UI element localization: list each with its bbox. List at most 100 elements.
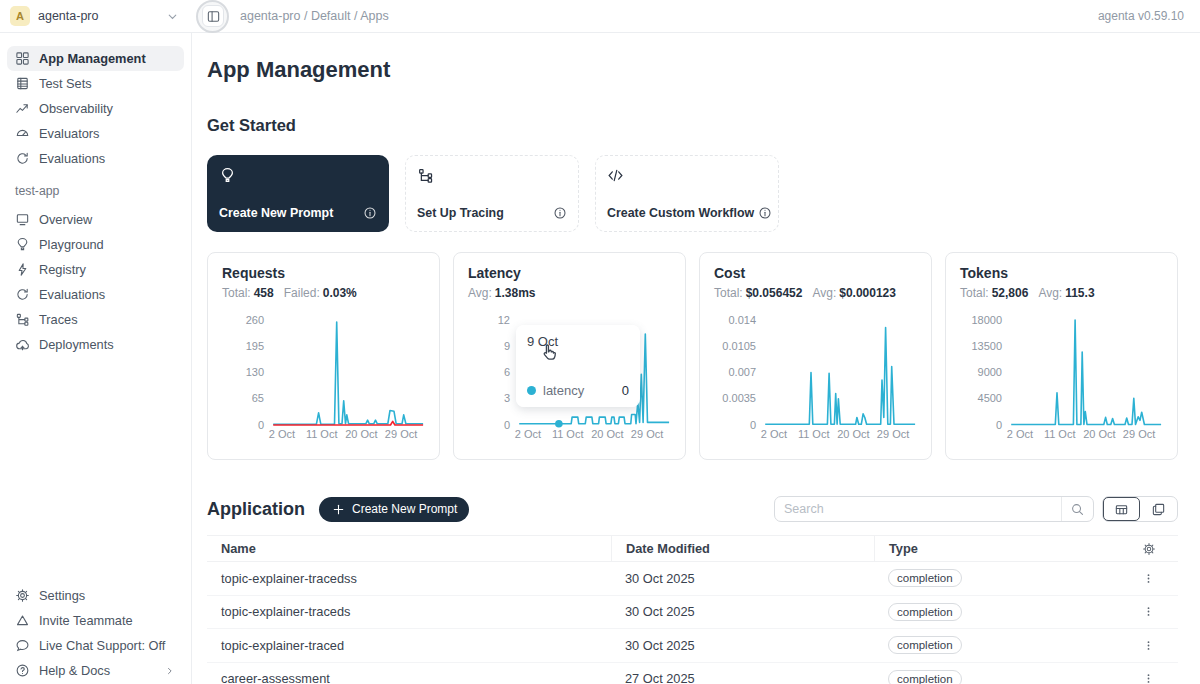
svg-text:20 Oct: 20 Oct [345,428,377,440]
search-icon[interactable] [1070,502,1085,517]
main-content: App Management Get Started Create New Pr… [192,33,1200,684]
svg-text:2 Oct: 2 Oct [515,428,541,440]
metric-stat: Total:52,806 [960,286,1028,300]
sidebar-item-deployments[interactable]: Deployments [7,332,184,357]
create-new-prompt-button[interactable]: Create New Prompt [319,497,469,522]
card-footer: Create New Prompt [219,206,377,220]
panel-icon [206,9,221,24]
metric-card-tokens: TokensTotal:52,806Avg:115.30450090001350… [945,252,1178,460]
svg-text:29 Oct: 29 Oct [1123,428,1155,440]
sidebar-item-evaluations[interactable]: Evaluations [7,146,184,171]
tooltip-series-dot [527,386,536,395]
sidebar-toggle-button[interactable] [202,5,224,27]
grid-icon [15,51,30,66]
view-toggle [1102,496,1178,522]
search-input[interactable]: Search [774,496,1094,522]
svg-text:29 Oct: 29 Oct [385,428,417,440]
svg-text:29 Oct: 29 Oct [877,428,909,440]
row-menu-icon[interactable] [1141,604,1156,619]
svg-text:260: 260 [246,314,264,326]
svg-text:0.0035: 0.0035 [722,392,756,404]
help-icon [15,663,30,678]
sidebar-main-nav: App ManagementTest SetsObservabilityEval… [7,46,184,171]
get-started-cards: Create New Prompt Set Up Tracing Create Cu… [207,155,1178,232]
type-badge: completion [888,603,962,621]
chart-cost[interactable]: 00.00350.0070.01050.0142 Oct11 Oct20 Oct… [714,304,921,449]
chart-tokens[interactable]: 04500900013500180002 Oct11 Oct20 Oct29 O… [960,304,1167,449]
row-menu-cell [1086,604,1178,619]
sidebar-item-label: Traces [39,312,78,327]
card-view-icon [1151,502,1166,517]
svg-text:4500: 4500 [978,392,1002,404]
svg-text:65: 65 [252,392,264,404]
balloon-icon [15,237,30,252]
sidebar-item-overview[interactable]: Overview [7,207,184,232]
cell-name: career-assessment [207,671,611,684]
column-header-type[interactable]: Type [874,536,1086,561]
sidebar-item-label: Evaluations [39,287,105,302]
chevron-right-icon [164,665,176,677]
sidebar-item-playground[interactable]: Playground [7,232,184,257]
column-header-date-modified[interactable]: Date Modified [611,536,874,561]
row-menu-cell [1086,671,1178,684]
table-row[interactable]: topic-explainer-traceds30 Oct 2025comple… [207,596,1178,630]
gear-icon [15,588,30,603]
sidebar-item-invite-teammate[interactable]: Invite Teammate [7,608,184,633]
metric-stat: Avg:1.38ms [468,286,536,300]
gauge-icon [15,126,30,141]
svg-text:0.0105: 0.0105 [722,340,756,352]
chevron-down-icon [165,9,180,24]
tooltip-series-name: latency [543,383,584,398]
sidebar-item-help-docs[interactable]: Help & Docs [7,658,184,683]
cell-type: completion [874,569,1086,587]
svg-text:12: 12 [498,314,510,326]
cell-date-modified: 30 Oct 2025 [611,571,874,586]
type-badge: completion [888,636,962,654]
workspace-selector[interactable]: A agenta-pro [0,0,192,32]
sidebar-item-evaluators[interactable]: Evaluators [7,121,184,146]
svg-text:29 Oct: 29 Oct [631,428,663,440]
get-started-card-create-new-prompt[interactable]: Create New Prompt [207,155,389,232]
sidebar-item-label: Test Sets [39,76,92,91]
get-started-card-create-custom-workflow[interactable]: Create Custom Workflow [595,155,779,232]
row-menu-icon[interactable] [1141,571,1156,586]
card-view-button[interactable] [1140,497,1177,521]
sidebar-item-registry[interactable]: Registry [7,257,184,282]
breadcrumb: agenta-pro / Default / Apps [240,9,389,23]
metric-card-latency: LatencyAvg:1.38ms0369122 Oct11 Oct20 Oct… [453,252,686,460]
row-menu-icon[interactable] [1141,638,1156,653]
table-view-button[interactable] [1103,497,1140,521]
sidebar-section-label: test-app [7,171,184,207]
balloon-icon [219,167,236,184]
table-row[interactable]: career-assessment27 Oct 2025completion [207,663,1178,684]
plus-icon [331,502,346,517]
sidebar-item-live-chat-support-off[interactable]: Live Chat Support: Off [7,633,184,658]
applications-table: NameDate ModifiedType topic-explainer-tr… [207,535,1178,684]
metric-stat: Avg:115.3 [1038,286,1094,300]
sidebar-item-settings[interactable]: Settings [7,583,184,608]
card-footer: Set Up Tracing [417,206,567,220]
svg-text:20 Oct: 20 Oct [1083,428,1115,440]
table-settings-icon[interactable] [1142,542,1156,556]
table-row[interactable]: topic-explainer-tracedss30 Oct 2025compl… [207,562,1178,596]
table-view-icon [1114,502,1129,517]
svg-text:3: 3 [504,392,510,404]
row-menu-icon[interactable] [1141,671,1156,684]
svg-text:13500: 13500 [971,340,1002,352]
application-header: Application Create New Prompt Search [207,496,1178,522]
sidebar-item-label: Deployments [39,337,114,352]
column-header-name[interactable]: Name [207,536,611,561]
workspace-avatar: A [10,6,30,26]
sidebar-item-evaluations[interactable]: Evaluations [7,282,184,307]
svg-text:2 Oct: 2 Oct [269,428,295,440]
sidebar-item-observability[interactable]: Observability [7,96,184,121]
sidebar-item-test-sets[interactable]: Test Sets [7,71,184,96]
chart-requests[interactable]: 0651301952602 Oct11 Oct20 Oct29 Oct [222,304,429,449]
svg-text:2 Oct: 2 Oct [1007,428,1033,440]
sidebar-item-traces[interactable]: Traces [7,307,184,332]
sidebar-item-app-management[interactable]: App Management [7,46,184,71]
table-row[interactable]: topic-explainer-traced30 Oct 2025complet… [207,629,1178,663]
get-started-card-set-up-tracing[interactable]: Set Up Tracing [405,155,579,232]
svg-text:0: 0 [996,419,1002,431]
cell-type: completion [874,603,1086,621]
